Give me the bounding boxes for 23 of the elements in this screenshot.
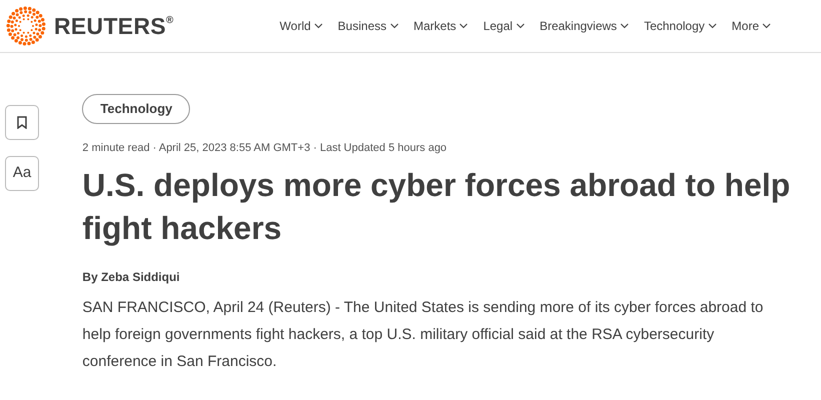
chevron-icon [459, 23, 468, 29]
bookmark-icon [17, 116, 27, 129]
chevron-icon [620, 23, 629, 29]
article-paragraph: SAN FRANCISCO, April 24 (Reuters) - The United States is sending more of its cyber forces abroad to help foreign governments fight hackers, a top U.S. military official said at the RSA cybersecurity conference in San Francisco. [82, 298, 764, 372]
headline: U.S. deploys more cyber forces abroad to help fight hackers [82, 166, 792, 248]
nav-link[interactable]: World [280, 17, 323, 35]
chevron-icon [708, 23, 717, 29]
chevron-icon [314, 23, 323, 29]
nav-link[interactable]: Breakingviews [540, 17, 629, 35]
chevron-icon [390, 23, 398, 29]
topic-tag[interactable]: Technology [82, 94, 190, 124]
nav-link[interactable]: More [732, 17, 771, 35]
chevron-icon [516, 23, 525, 29]
chevron-icon [762, 23, 771, 29]
byline: By Zeba Siddiqui [82, 269, 181, 286]
nav-link[interactable]: Legal [483, 17, 525, 35]
nav-link[interactable]: Business [338, 17, 398, 35]
nav-link[interactable]: Markets [414, 17, 468, 35]
article-meta: 2 minute read · April 25, 2023 8:55 AM GMT+3 · Last Updated 5 hours ago [82, 140, 448, 156]
logo-icon [6, 6, 46, 46]
nav-link[interactable]: Technology [644, 17, 717, 35]
bookmark-button[interactable] [5, 105, 39, 140]
text-size-button[interactable]: Aa [5, 156, 39, 191]
